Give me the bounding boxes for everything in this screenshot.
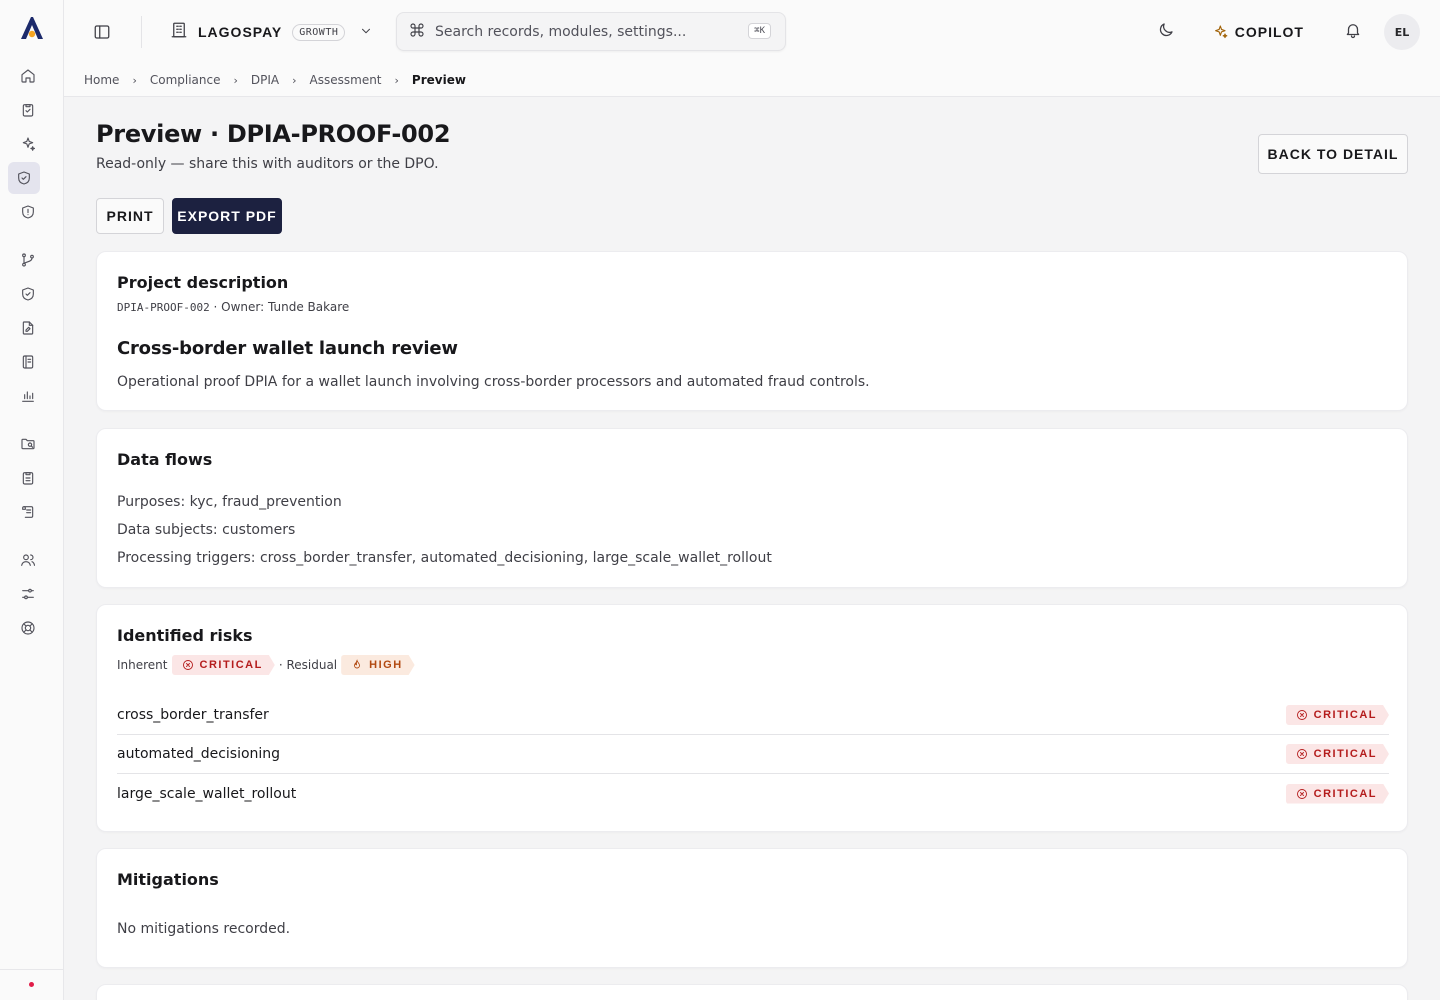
data-flows-triggers: Processing triggers: cross_border_transf… <box>117 550 772 566</box>
plan-badge: GROWTH <box>292 23 346 41</box>
print-button[interactable]: PRINT <box>96 198 164 234</box>
help-lifebuoy-icon[interactable] <box>16 616 40 640</box>
project-meta: DPIA-PROOF-002 · Owner: Tunde Bakare <box>117 300 349 314</box>
chevron-right-icon: › <box>292 73 297 87</box>
shield-alert-icon[interactable] <box>16 200 40 224</box>
risk-row: cross_border_transfer CRITICAL <box>117 696 1389 735</box>
bell-icon[interactable] <box>1344 21 1362 43</box>
next-card <box>96 984 1408 1000</box>
x-circle-icon <box>1296 709 1308 721</box>
project-description: Operational proof DPIA for a wallet laun… <box>117 374 870 390</box>
file-edit-icon[interactable] <box>16 316 40 340</box>
inherent-label: Inherent <box>117 658 168 672</box>
x-circle-icon <box>1296 748 1308 760</box>
flame-icon <box>351 659 363 671</box>
project-description-card: Project description DPIA-PROOF-002 · Own… <box>96 251 1408 411</box>
back-to-detail-button[interactable]: BACK TO DETAIL <box>1258 134 1408 174</box>
risk-name: cross_border_transfer <box>117 707 269 723</box>
project-name: Cross-border wallet launch review <box>117 338 458 359</box>
project-id: DPIA-PROOF-002 <box>117 301 210 314</box>
org-switcher[interactable]: LAGOSPAY GROWTH <box>170 20 373 44</box>
section-title: Project description <box>117 273 289 292</box>
risk-level-badge: CRITICAL <box>1286 744 1389 764</box>
chevron-down-icon <box>359 23 373 42</box>
users-icon[interactable] <box>16 548 40 572</box>
shield-check-icon[interactable] <box>8 162 40 194</box>
sparkles-icon[interactable] <box>16 132 40 156</box>
shield-icon[interactable] <box>16 282 40 306</box>
risk-summary: Inherent CRITICAL · Residual HIGH <box>117 655 415 675</box>
notebook-icon[interactable] <box>16 350 40 374</box>
search-placeholder: Search records, modules, settings... <box>435 23 687 40</box>
section-title: Data flows <box>117 450 213 469</box>
risk-level: CRITICAL <box>1313 709 1377 721</box>
mitigations-empty: No mitigations recorded. <box>117 921 291 937</box>
sidebar-toggle-icon[interactable] <box>93 23 111 45</box>
topbar: LAGOSPAY GROWTH Search records, modules,… <box>64 0 1440 64</box>
topbar-actions: COPILOT EL <box>1157 14 1420 50</box>
search-input[interactable]: Search records, modules, settings... ⌘K <box>396 12 786 51</box>
risk-level-badge: CRITICAL <box>1286 784 1389 804</box>
residual-risk-level: HIGH <box>369 659 403 671</box>
risk-name: large_scale_wallet_rollout <box>117 785 297 802</box>
breadcrumb: Home › Compliance › DPIA › Assessment › … <box>64 64 1440 97</box>
page-title: Preview · DPIA-PROOF-002 <box>96 120 451 148</box>
inherent-risk-badge: CRITICAL <box>172 655 275 675</box>
x-circle-icon <box>1296 788 1308 800</box>
risk-row: automated_decisioning CRITICAL <box>117 735 1389 774</box>
export-pdf-button[interactable]: EXPORT PDF <box>172 198 282 234</box>
clipboard-list-icon[interactable] <box>16 466 40 490</box>
folder-search-icon[interactable] <box>16 432 40 456</box>
breadcrumb-assessment[interactable]: Assessment <box>310 73 382 87</box>
settings-sliders-icon[interactable] <box>16 582 40 606</box>
data-flows-card: Data flows Purposes: kyc, fraud_preventi… <box>96 428 1408 588</box>
scroll-icon[interactable] <box>16 500 40 524</box>
data-flows-purposes: Purposes: kyc, fraud_prevention <box>117 494 342 510</box>
mitigations-card: Mitigations No mitigations recorded. <box>96 848 1408 968</box>
home-icon[interactable] <box>16 64 40 88</box>
sidebar-footer <box>0 969 64 1000</box>
command-icon <box>409 22 425 42</box>
bar-chart-icon[interactable] <box>16 384 40 408</box>
residual-label: · Residual <box>278 658 338 672</box>
copilot-button[interactable]: COPILOT <box>1213 24 1304 40</box>
sparkles-icon <box>1214 25 1228 39</box>
chevron-right-icon: › <box>233 73 238 87</box>
section-title: Mitigations <box>117 870 219 889</box>
identified-risks-card: Identified risks Inherent CRITICAL · Res… <box>96 604 1408 832</box>
breadcrumb-dpia[interactable]: DPIA <box>251 73 279 87</box>
clipboard-check-icon[interactable] <box>16 98 40 122</box>
page-subtitle: Read-only — share this with auditors or … <box>96 156 439 172</box>
risk-name: automated_decisioning <box>117 746 281 762</box>
chevron-right-icon: › <box>394 73 399 87</box>
breadcrumb-compliance[interactable]: Compliance <box>150 73 221 87</box>
git-branch-icon[interactable] <box>16 248 40 272</box>
breadcrumb-home[interactable]: Home <box>84 73 119 87</box>
search-shortcut: ⌘K <box>748 23 771 39</box>
project-owner: · Owner: Tunde Bakare <box>209 300 350 314</box>
building-icon <box>170 21 188 43</box>
section-title: Identified risks <box>117 626 253 645</box>
x-circle-icon <box>182 659 194 671</box>
risk-row: large_scale_wallet_rollout CRITICAL <box>117 774 1389 813</box>
chevron-right-icon: › <box>132 73 137 87</box>
residual-risk-badge: HIGH <box>341 655 415 675</box>
sidebar <box>0 0 64 1000</box>
status-dot <box>29 982 34 987</box>
topbar-divider <box>141 16 142 48</box>
inherent-risk-level: CRITICAL <box>199 659 263 671</box>
avatar[interactable]: EL <box>1384 14 1420 50</box>
risk-level-badge: CRITICAL <box>1286 705 1389 725</box>
copilot-label: COPILOT <box>1234 24 1304 40</box>
risk-level: CRITICAL <box>1313 748 1377 760</box>
risk-level: CRITICAL <box>1313 787 1377 800</box>
org-name: LAGOSPAY <box>198 24 283 40</box>
data-flows-subjects: Data subjects: customers <box>117 522 296 538</box>
moon-icon[interactable] <box>1157 21 1175 43</box>
breadcrumb-current: Preview <box>411 73 466 87</box>
app-logo[interactable] <box>18 14 46 42</box>
